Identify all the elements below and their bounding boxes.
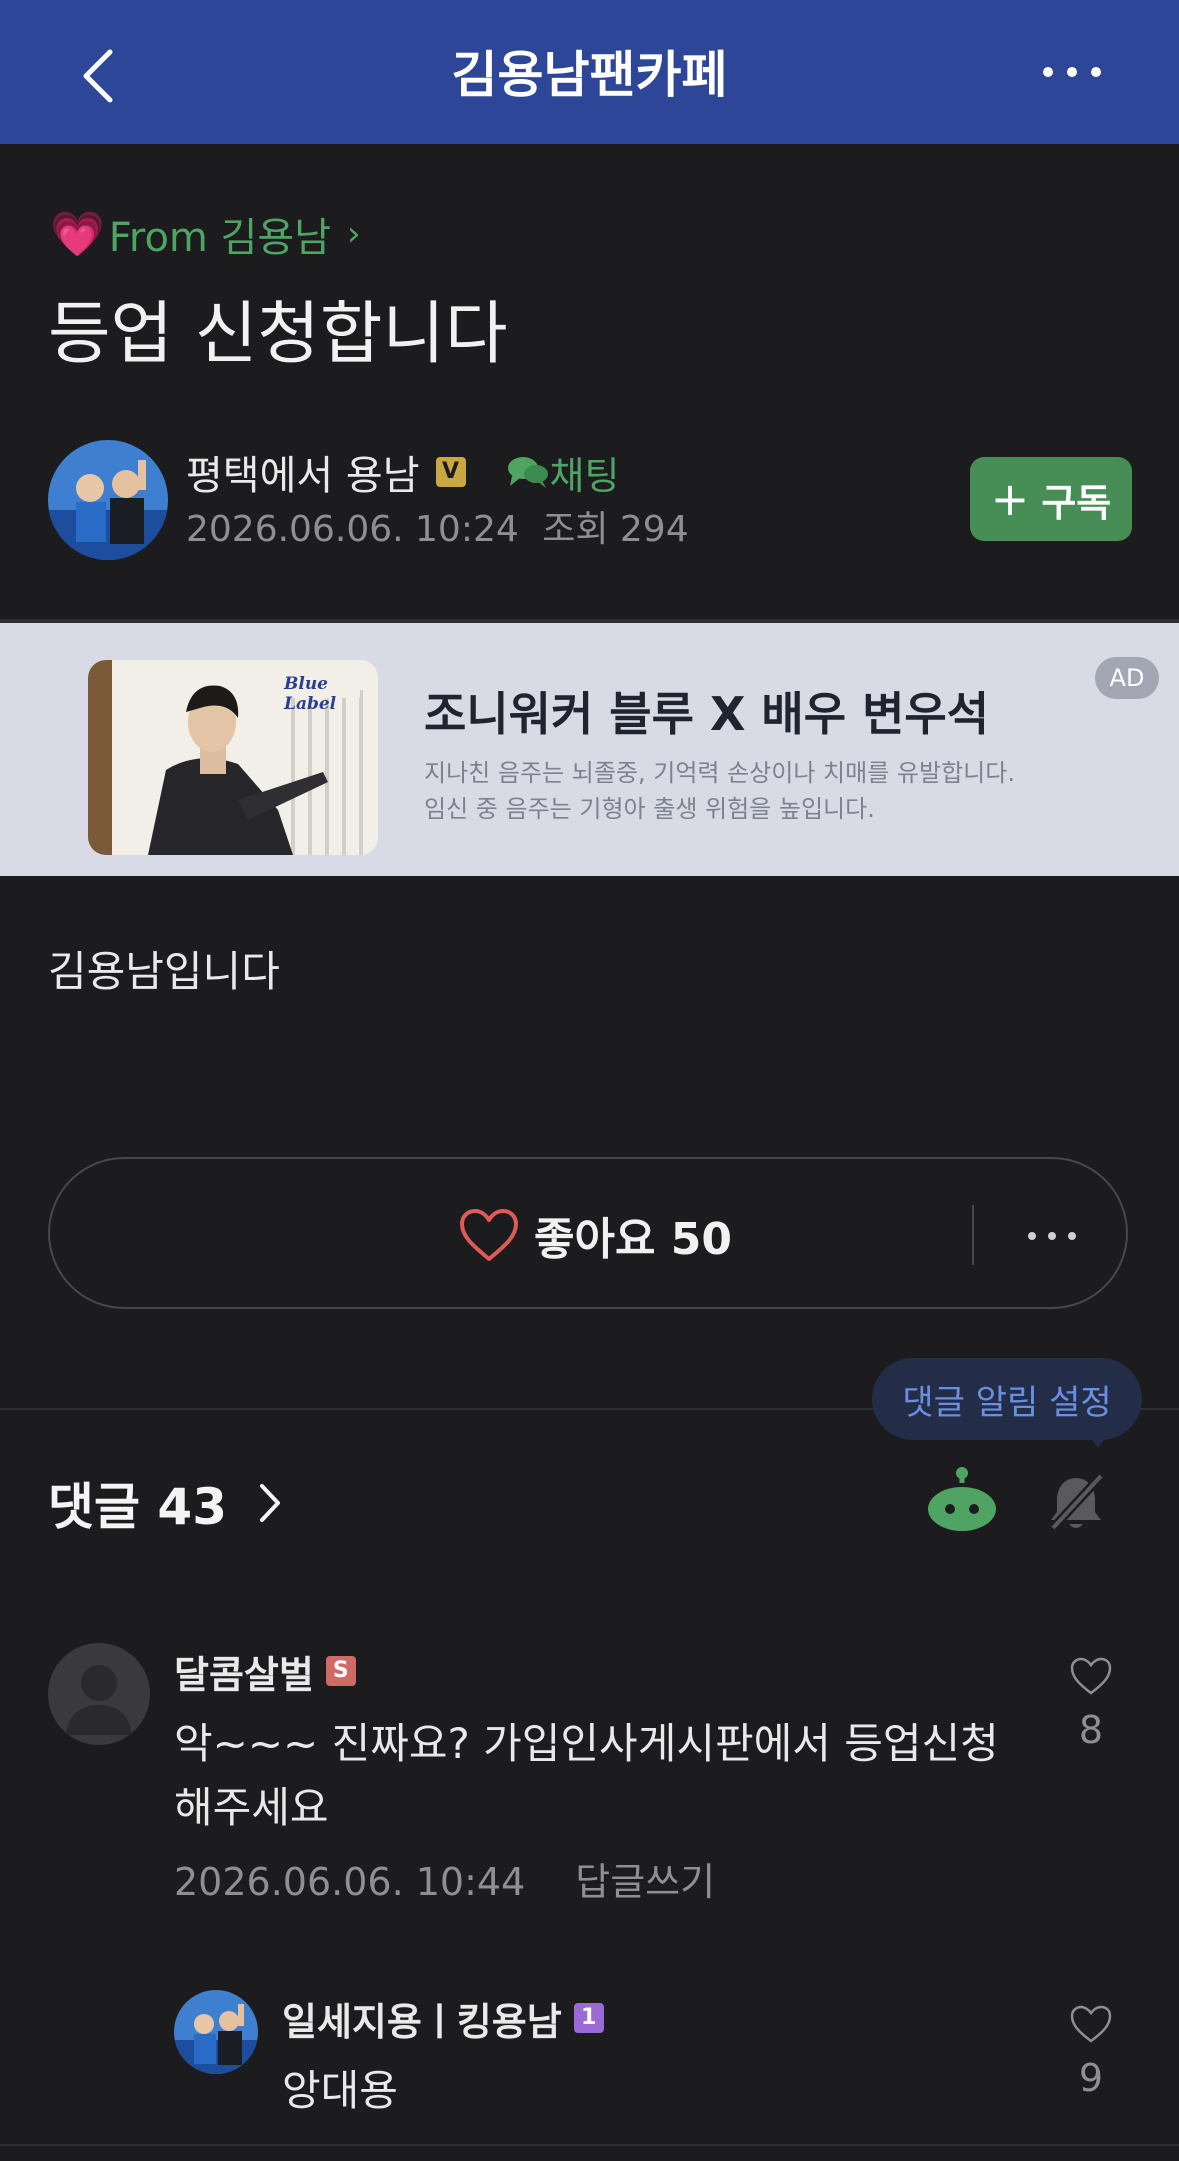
comments-header[interactable]: 댓글 43 bbox=[48, 1468, 283, 1538]
tooltip-tail bbox=[1084, 1428, 1112, 1448]
comment-author-row: 달콤살벌 S bbox=[174, 1643, 356, 1699]
chevron-right-icon: › bbox=[347, 214, 361, 254]
ad-logo: Blue Label bbox=[284, 674, 337, 714]
member-level-badge: 1 bbox=[573, 2003, 604, 2033]
bell-off-icon[interactable] bbox=[1045, 1470, 1107, 1534]
plus-icon: + bbox=[990, 472, 1030, 526]
view-count: 조회 294 bbox=[542, 509, 689, 550]
member-level-badge: S bbox=[325, 1656, 356, 1686]
like-count-label: 좋아요 50 bbox=[534, 1214, 732, 1265]
post-meta: 2026.06.06. 10:24 조회 294 bbox=[186, 504, 689, 556]
comment-count: 댓글 43 bbox=[48, 1478, 227, 1536]
comment-author-row: 일세지용ㅣ킹용남 1 bbox=[282, 1990, 604, 2046]
ellipsis-icon[interactable] bbox=[1024, 1222, 1080, 1250]
comment-like-button[interactable]: 8 bbox=[1061, 1656, 1121, 1752]
chat-bubbles-icon bbox=[507, 457, 548, 488]
post-title: 등업 신청합니다 bbox=[48, 295, 508, 374]
author-avatar[interactable] bbox=[48, 440, 168, 560]
more-menu-button[interactable] bbox=[1030, 40, 1120, 110]
chevron-right-icon bbox=[260, 1484, 280, 1522]
post-body: 김용남입니다 bbox=[48, 947, 280, 996]
like-button[interactable]: 좋아요 50 bbox=[458, 1195, 732, 1275]
comment-author[interactable]: 달콤살벌 bbox=[174, 1644, 314, 1699]
board-name: From 김용남 bbox=[108, 215, 332, 261]
default-user-icon bbox=[66, 1665, 132, 1735]
subscribe-button[interactable]: + 구독 bbox=[970, 457, 1132, 541]
post-date: 2026.06.06. 10:24 bbox=[186, 509, 519, 550]
comment-avatar[interactable] bbox=[48, 1643, 150, 1745]
ad-warning-line-1: 지나친 음주는 뇌졸중, 기억력 손상이나 치매를 유발합니다. bbox=[424, 759, 1015, 787]
comment-author[interactable]: 일세지용ㅣ킹용남 bbox=[282, 1991, 562, 2046]
bottom-edge bbox=[0, 2144, 1179, 2161]
reply-button[interactable]: 답글쓰기 bbox=[575, 1852, 715, 1912]
comment-date: 2026.06.06. 10:44 bbox=[174, 1860, 526, 1904]
like-bar-separator bbox=[972, 1205, 974, 1265]
heart-outline-icon bbox=[1070, 1657, 1112, 1695]
ad-warning-line-2: 임신 중 음주는 기형아 출생 위험을 높입니다. bbox=[424, 795, 875, 823]
author-name[interactable]: 평택에서 용남 bbox=[186, 443, 420, 501]
chat-link[interactable]: 채팅 bbox=[506, 445, 620, 500]
ad-headline: 조니워커 블루 X 배우 변우석 bbox=[424, 687, 990, 741]
ellipsis-icon bbox=[1043, 67, 1101, 77]
pink-heart-icon: 💗 bbox=[50, 209, 105, 260]
board-link[interactable]: 💗 From 김용남 › bbox=[50, 204, 361, 264]
cafe-title: 김용남팬카페 bbox=[451, 46, 728, 104]
ad-image[interactable]: Blue Label bbox=[88, 660, 378, 855]
subscribe-label: 구독 bbox=[1041, 480, 1112, 525]
comment-text: 앙대용 bbox=[282, 2066, 398, 2115]
heart-outline-icon bbox=[1070, 2005, 1112, 2043]
comment-like-count: 9 bbox=[1078, 2056, 1104, 2100]
comment-text: 악~~~ 진짜요? 가입인사게시판에서 등업신청 해주세요 bbox=[174, 1719, 999, 1832]
comment-like-button[interactable]: 9 bbox=[1061, 2004, 1121, 2100]
author-row: 평택에서 용남 V 채팅 bbox=[186, 444, 619, 500]
bot-icon[interactable] bbox=[922, 1465, 1002, 1535]
comment-avatar[interactable] bbox=[174, 1990, 258, 2074]
member-level-badge: V bbox=[435, 457, 466, 487]
chat-label: 채팅 bbox=[549, 453, 620, 498]
ad-badge[interactable]: AD bbox=[1095, 657, 1159, 699]
comment-like-count: 8 bbox=[1078, 1708, 1104, 1752]
comment-meta: 2026.06.06. 10:44 답글쓰기 bbox=[174, 1852, 715, 1912]
heart-outline-icon bbox=[460, 1209, 518, 1261]
